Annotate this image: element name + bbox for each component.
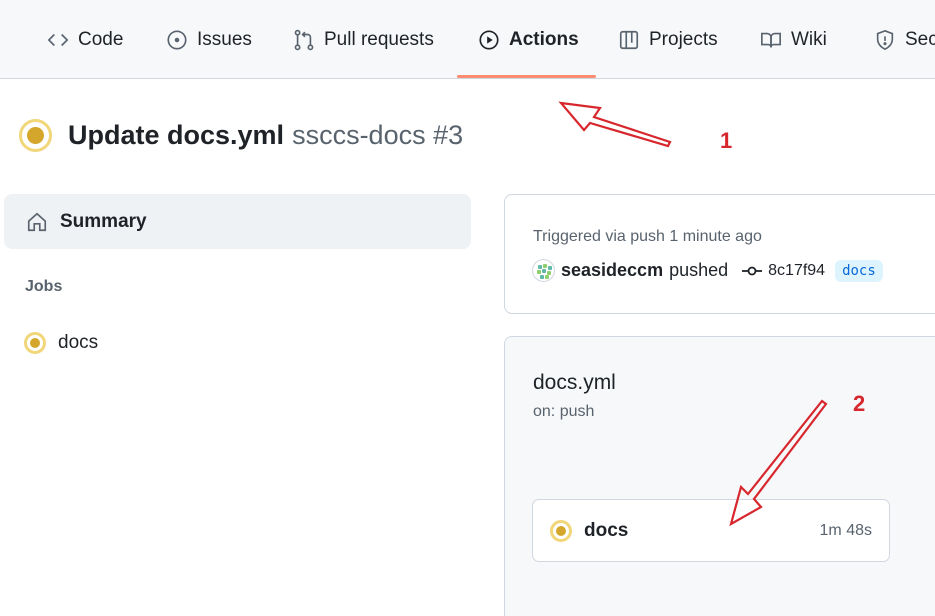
sidebar-job-label: docs <box>58 332 99 353</box>
tab-projects-label: Projects <box>649 28 718 50</box>
tab-code-label: Code <box>78 28 124 50</box>
home-icon <box>27 212 47 231</box>
annotation-marker-1: 1 <box>720 128 733 153</box>
job-node-duration: 1m 48s <box>819 521 872 539</box>
tab-issues[interactable]: Issues <box>166 0 252 79</box>
branch-badge[interactable]: docs <box>835 259 883 282</box>
workflow-graph: docs.yml on: push docs 1m 48s <box>504 336 935 616</box>
annotation-arrow-1 <box>558 101 672 148</box>
annotation-marker-2: 2 <box>853 391 866 416</box>
trigger-details: seasideccm pushed 8c17f94 docs <box>532 259 883 282</box>
trigger-card: Triggered via push 1 minute ago seasidec… <box>504 194 935 314</box>
commit-sha-link[interactable]: 8c17f94 <box>768 262 825 280</box>
git-commit-icon <box>742 266 763 275</box>
shield-icon <box>876 29 894 50</box>
sidebar-item-summary-label: Summary <box>60 210 147 232</box>
sidebar-item-job-docs[interactable]: docs <box>24 329 98 357</box>
actor-link[interactable]: seasideccm <box>561 260 663 281</box>
tab-issues-label: Issues <box>197 28 252 50</box>
tab-wiki-label: Wiki <box>791 28 827 50</box>
tab-wiki[interactable]: Wiki <box>760 0 827 79</box>
book-icon <box>761 32 781 47</box>
jobs-heading: Jobs <box>25 278 63 295</box>
run-subtitle: ssccs-docs #3 <box>292 119 464 150</box>
job-node-docs[interactable]: docs 1m 48s <box>532 499 890 562</box>
tab-pull-requests-label: Pull requests <box>324 28 434 50</box>
workflow-file-name: docs.yml <box>533 371 616 394</box>
tab-security[interactable]: Sec <box>874 0 935 79</box>
in-progress-status-icon <box>19 118 52 152</box>
tab-security-label: Sec <box>905 28 935 50</box>
selected-tab-indicator <box>457 75 596 78</box>
sidebar-item-summary[interactable]: Summary <box>4 194 471 249</box>
issue-opened-icon <box>167 29 187 50</box>
tab-actions[interactable]: Actions <box>478 0 579 79</box>
job-node-name: docs <box>584 519 629 541</box>
code-icon <box>47 33 69 46</box>
in-progress-status-icon <box>550 519 572 542</box>
in-progress-status-icon <box>24 332 46 354</box>
trigger-action: pushed <box>669 260 729 280</box>
run-title: Update docs.yml <box>68 119 285 150</box>
repo-nav: Code Issues Pull requests Actions Projec… <box>0 0 935 79</box>
avatar[interactable] <box>532 259 555 282</box>
table-icon <box>619 30 639 49</box>
play-icon <box>479 29 499 50</box>
tab-projects[interactable]: Projects <box>618 0 718 79</box>
run-header: Update docs.yml ssccs-docs #3 <box>19 112 463 158</box>
workflow-trigger: on: push <box>533 403 595 420</box>
tab-pull-requests[interactable]: Pull requests <box>293 0 434 79</box>
git-pull-request-icon <box>294 29 314 50</box>
trigger-text: Triggered via push 1 minute ago <box>533 228 762 245</box>
tab-actions-label: Actions <box>509 28 579 50</box>
tab-code[interactable]: Code <box>47 0 123 79</box>
